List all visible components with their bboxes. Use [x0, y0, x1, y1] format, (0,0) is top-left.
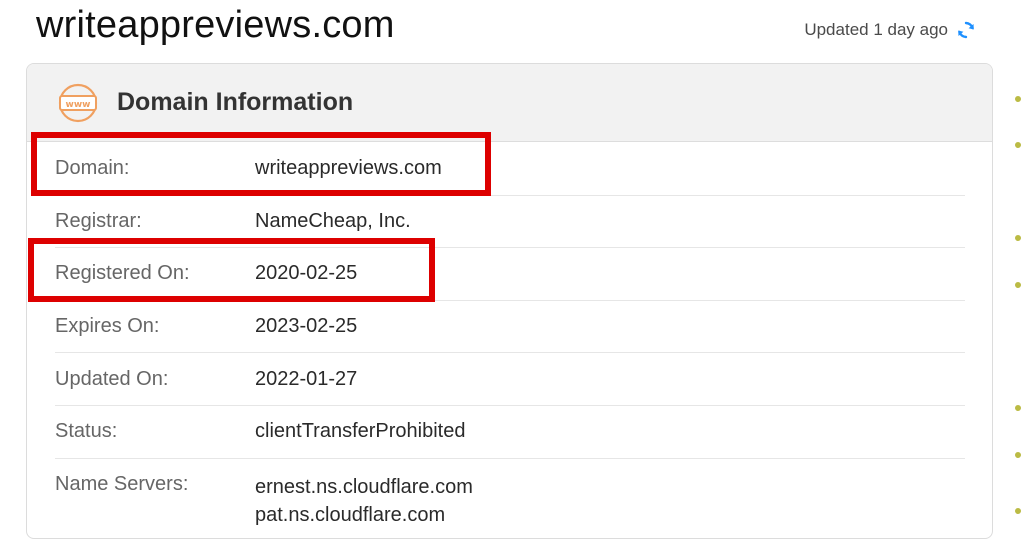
- row-label: Status:: [55, 420, 118, 443]
- refresh-icon[interactable]: [956, 20, 976, 40]
- row-value: 2022-01-27: [255, 367, 358, 390]
- name-server-item: ernest.ns.cloudflare.com: [255, 475, 473, 498]
- row-label: Expires On:: [55, 315, 160, 338]
- row-value: writeappreviews.com: [255, 157, 442, 180]
- row-registrar: Registrar: NameCheap, Inc.: [55, 196, 965, 249]
- row-label: Domain:: [55, 157, 130, 180]
- edge-dots: [1013, 90, 1023, 530]
- www-icon: www: [57, 82, 99, 124]
- updated-text: Updated 1 day ago: [804, 20, 948, 39]
- edge-dot: [1015, 96, 1021, 102]
- row-status: Status: clientTransferProhibited: [55, 406, 965, 459]
- updated-status: Updated 1 day ago: [804, 20, 976, 40]
- edge-dot: [1015, 405, 1021, 411]
- row-updated-on: Updated On: 2022-01-27: [55, 353, 965, 406]
- row-value: 2023-02-25: [255, 315, 358, 338]
- row-name-servers: Name Servers: ernest.ns.cloudflare.com p…: [55, 459, 965, 538]
- info-table: Domain: writeappreviews.com Registrar: N…: [55, 143, 965, 538]
- row-expires-on: Expires On: 2023-02-25: [55, 301, 965, 354]
- domain-info-card: www Domain Information Domain: writeappr…: [26, 63, 993, 539]
- row-label: Name Servers:: [55, 472, 189, 495]
- card-header: www Domain Information: [27, 64, 992, 142]
- edge-dot: [1015, 235, 1021, 241]
- row-label: Registrar:: [55, 209, 142, 232]
- edge-dot: [1015, 508, 1021, 514]
- edge-dot: [1015, 452, 1021, 458]
- name-server-item: pat.ns.cloudflare.com: [255, 503, 446, 526]
- card-title: Domain Information: [117, 88, 354, 116]
- row-value: clientTransferProhibited: [255, 420, 466, 443]
- row-domain: Domain: writeappreviews.com: [55, 143, 965, 196]
- row-label: Updated On:: [55, 367, 169, 390]
- row-value: 2020-02-25: [255, 262, 358, 285]
- www-icon-text: www: [66, 100, 91, 110]
- site-title: writeappreviews.com: [36, 4, 395, 46]
- page: writeappreviews.com Updated 1 day ago ww…: [0, 0, 1024, 556]
- row-registered-on: Registered On: 2020-02-25: [55, 248, 965, 301]
- row-label: Registered On:: [55, 262, 190, 285]
- name-servers-list: ernest.ns.cloudflare.com pat.ns.cloudfla…: [255, 473, 473, 529]
- edge-dot: [1015, 142, 1021, 148]
- edge-dot: [1015, 282, 1021, 288]
- row-value: NameCheap, Inc.: [255, 209, 411, 232]
